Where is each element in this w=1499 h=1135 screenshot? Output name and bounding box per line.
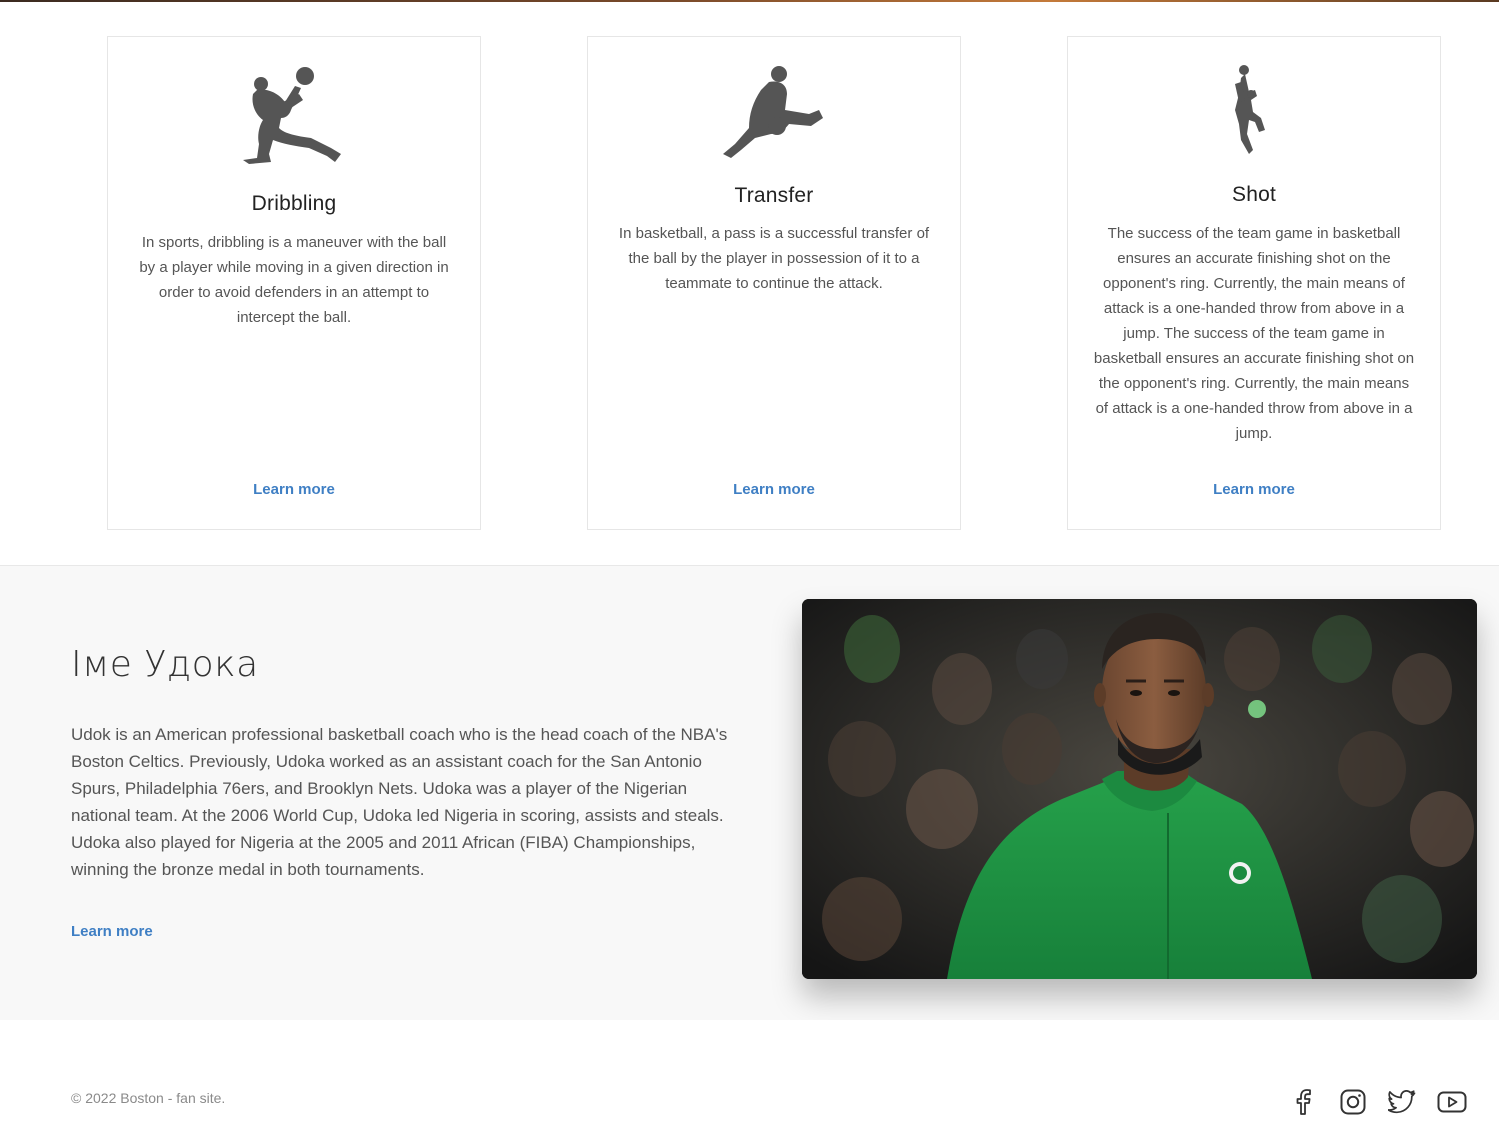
twitter-link[interactable] <box>1386 1086 1418 1118</box>
coach-bio: Udok is an American professional basketb… <box>71 725 728 879</box>
card-text: In basketball, a pass is a successful tr… <box>618 225 930 292</box>
youtube-link[interactable] <box>1436 1086 1468 1118</box>
twitter-icon <box>1388 1090 1416 1114</box>
facebook-icon <box>1296 1089 1311 1115</box>
card-text: In sports, dribbling is a maneuver with … <box>139 234 449 326</box>
card-title: Dribbling <box>251 192 337 215</box>
skills-section: Dribbling In sports, dribbling is a mane… <box>0 2 1499 566</box>
instagram-icon <box>1340 1089 1366 1115</box>
learn-more-link[interactable]: Learn more <box>108 481 480 498</box>
coach-photo <box>802 599 1477 979</box>
facebook-link[interactable] <box>1288 1086 1320 1118</box>
skill-card-transfer: Transfer In basketball, a pass is a succ… <box>587 36 961 530</box>
learn-more-link[interactable]: Learn more <box>1068 481 1440 498</box>
learn-more-link[interactable]: Learn more <box>588 481 960 498</box>
card-title: Shot <box>1232 183 1276 206</box>
card-title: Transfer <box>734 184 814 207</box>
card-text: The success of the team game in basketba… <box>1093 225 1415 442</box>
skill-card-shot: Shot The success of the team game in bas… <box>1067 36 1441 530</box>
coach-learn-more-link[interactable]: Learn more <box>71 923 153 940</box>
coach-section: Іме Удока Udok is an American profession… <box>0 565 1499 1020</box>
skill-card-dribbling: Dribbling In sports, dribbling is a mane… <box>107 36 481 530</box>
dribbling-player-icon <box>243 67 341 164</box>
instagram-link[interactable] <box>1337 1086 1369 1118</box>
footer: © 2022 Boston - fan site. <box>0 1020 1499 1135</box>
copyright-text: © 2022 Boston - fan site. <box>71 1090 226 1106</box>
shooting-player-icon <box>1235 65 1265 154</box>
passing-player-icon <box>723 66 823 158</box>
coach-name: Іме Удока <box>71 644 259 685</box>
youtube-icon <box>1437 1091 1467 1113</box>
